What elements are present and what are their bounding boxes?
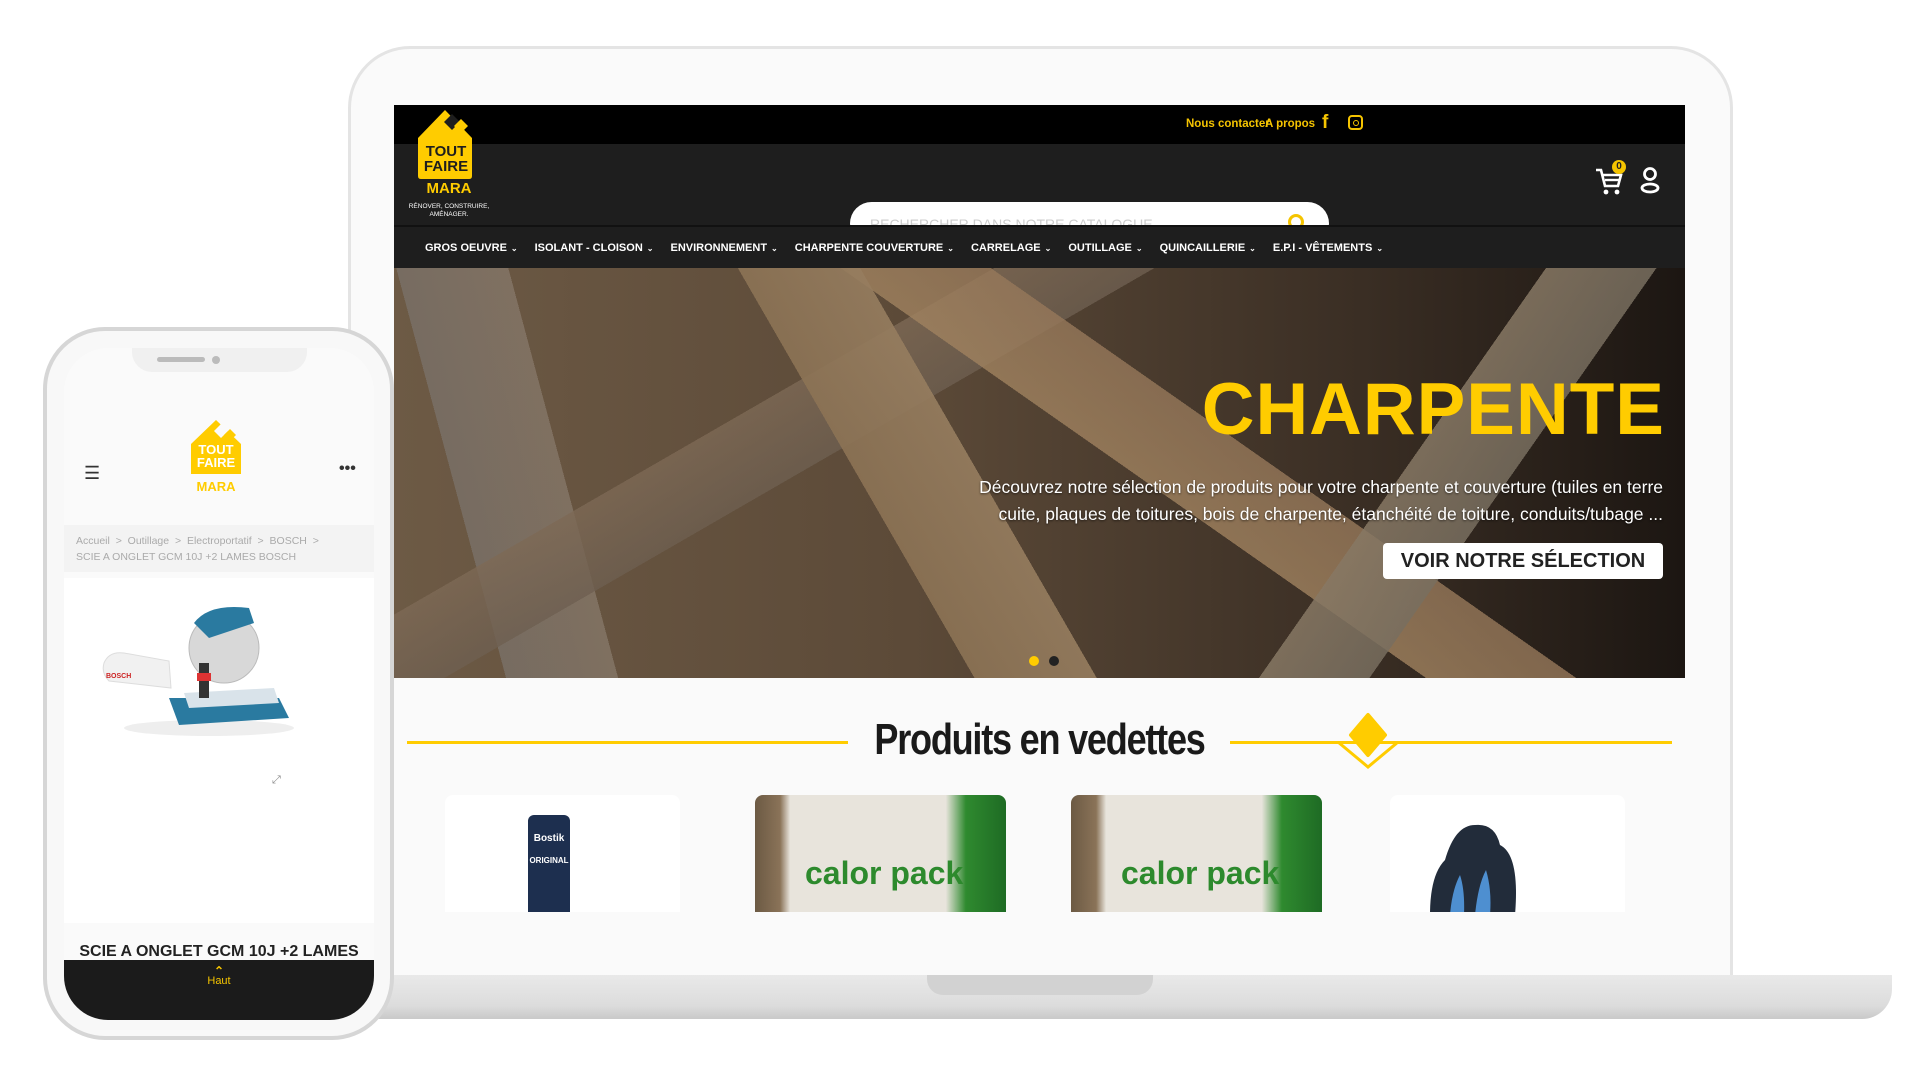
chevron-down-icon: ⌄ — [947, 243, 954, 253]
chevron-down-icon: ⌄ — [510, 243, 518, 253]
hero-description: Découvrez notre sélection de produits po… — [979, 477, 1663, 524]
featured-products-title: Produits en vedettes — [874, 715, 1206, 764]
instagram-icon[interactable] — [1348, 115, 1363, 130]
breadcrumb-link[interactable]: Accueil — [76, 535, 110, 547]
mobile-brand-logo[interactable]: TOUT FAIRE MARA — [184, 418, 254, 508]
camera — [212, 356, 220, 364]
chevron-down-icon: ⌄ — [1249, 243, 1256, 253]
laptop-notch — [927, 975, 1153, 995]
nav-item[interactable]: ISOLANT - CLOISON ⌄ — [535, 242, 654, 254]
breadcrumb-link[interactable]: Electroportatif — [187, 535, 252, 547]
speaker — [157, 357, 205, 362]
facebook-icon[interactable]: f — [1322, 112, 1328, 134]
chevron-down-icon: ⌄ — [1376, 243, 1384, 253]
chevron-down-icon: ⌄ — [1135, 243, 1143, 253]
phone-notch — [132, 348, 307, 372]
logo-tagline: RÉNOVER, CONSTRUIRE, — [408, 203, 490, 210]
product-image: BOSCH ⤢ — [64, 578, 374, 923]
hero-title: CHARPENTE — [1201, 369, 1665, 450]
slide-dot-active[interactable] — [1029, 656, 1039, 666]
logo-text: MARA — [426, 180, 472, 197]
product-image: Bostik ORIGINAL — [528, 815, 570, 912]
main-nav: GROS OEUVRE ⌄ ISOLANT - CLOISON ⌄ ENVIRONN… — [394, 225, 1685, 268]
product-image: calor pack — [805, 855, 964, 891]
top-bar: Nous contacter A propos f — [394, 105, 1685, 144]
expand-icon[interactable]: ⤢ — [272, 774, 281, 787]
cart-count-badge: 0 — [1612, 160, 1626, 174]
header: 0 — [394, 144, 1685, 245]
chevron-down-icon: ⌄ — [771, 243, 778, 253]
breadcrumb: Accueil > Outillage > Electroportatif > … — [64, 525, 374, 572]
mobile-screen: ☰ ••• TOUT FAIRE MARA Accueil > Outillage… — [64, 348, 374, 1020]
product-brand-label: BOSCH — [106, 673, 132, 680]
desktop-screen: Nous contacter A propos f 0 TOUTFAIRE MA… — [394, 105, 1685, 912]
breadcrumb-link[interactable]: BOSCH — [270, 535, 307, 547]
nav-item[interactable]: GROS OEUVRE ⌄ — [425, 242, 518, 254]
logo-text: FAIRE — [423, 158, 469, 175]
gloves-image — [1430, 824, 1516, 912]
nav-item[interactable]: QUINCAILLERIE ⌄ — [1160, 242, 1256, 254]
logo-tagline: AMÉNAGER. — [429, 211, 469, 218]
product-card[interactable]: calor pack — [755, 795, 1006, 912]
product-image: calor pack — [1121, 855, 1280, 891]
nav-item[interactable]: ENVIRONNEMENT ⌄ — [670, 242, 777, 254]
slide-dot[interactable] — [1049, 656, 1059, 666]
breadcrumb-link[interactable]: Outillage — [128, 535, 169, 547]
nav-item[interactable]: E.P.I - VÊTEMENTS ⌄ — [1273, 242, 1383, 254]
back-to-top-label: Haut — [207, 975, 231, 987]
nav-item[interactable]: CARRELAGE ⌄ — [971, 242, 1051, 254]
product-card[interactable]: Bostik ORIGINAL — [445, 795, 680, 912]
hamburger-menu-icon[interactable]: ☰ — [84, 463, 100, 484]
view-selection-button[interactable]: VOIR NOTRE SÉLECTION — [1383, 543, 1663, 579]
contact-link[interactable]: Nous contacter — [1186, 118, 1270, 130]
logo-text: TOUT — [425, 143, 467, 160]
brand-logo[interactable]: TOUT FAIRE MARA RÉNOVER, CONSTRUIRE, AMÉNA… — [404, 108, 494, 224]
product-card[interactable]: calor pack — [1071, 795, 1322, 912]
nav-item[interactable]: CHARPENTE COUVERTURE ⌄ — [795, 242, 954, 254]
more-options-icon[interactable]: ••• — [339, 460, 356, 478]
nav-item[interactable]: OUTILLAGE ⌄ — [1068, 242, 1142, 254]
user-icon[interactable] — [1639, 166, 1661, 194]
chevron-down-icon: ⌄ — [646, 243, 654, 253]
breadcrumb-current: SCIE A ONGLET GCM 10J +2 LAMES BOSCH — [76, 551, 297, 563]
about-link[interactable]: A propos — [1265, 118, 1315, 130]
chevron-down-icon: ⌄ — [1044, 243, 1052, 253]
back-to-top-bar[interactable]: ⌃ Haut — [64, 960, 374, 1020]
hero-banner: CHARPENTE Découvrez notre sélection de p… — [394, 268, 1685, 678]
chevron-up-icon: ⌃ — [213, 964, 225, 978]
product-card[interactable] — [1390, 795, 1625, 912]
